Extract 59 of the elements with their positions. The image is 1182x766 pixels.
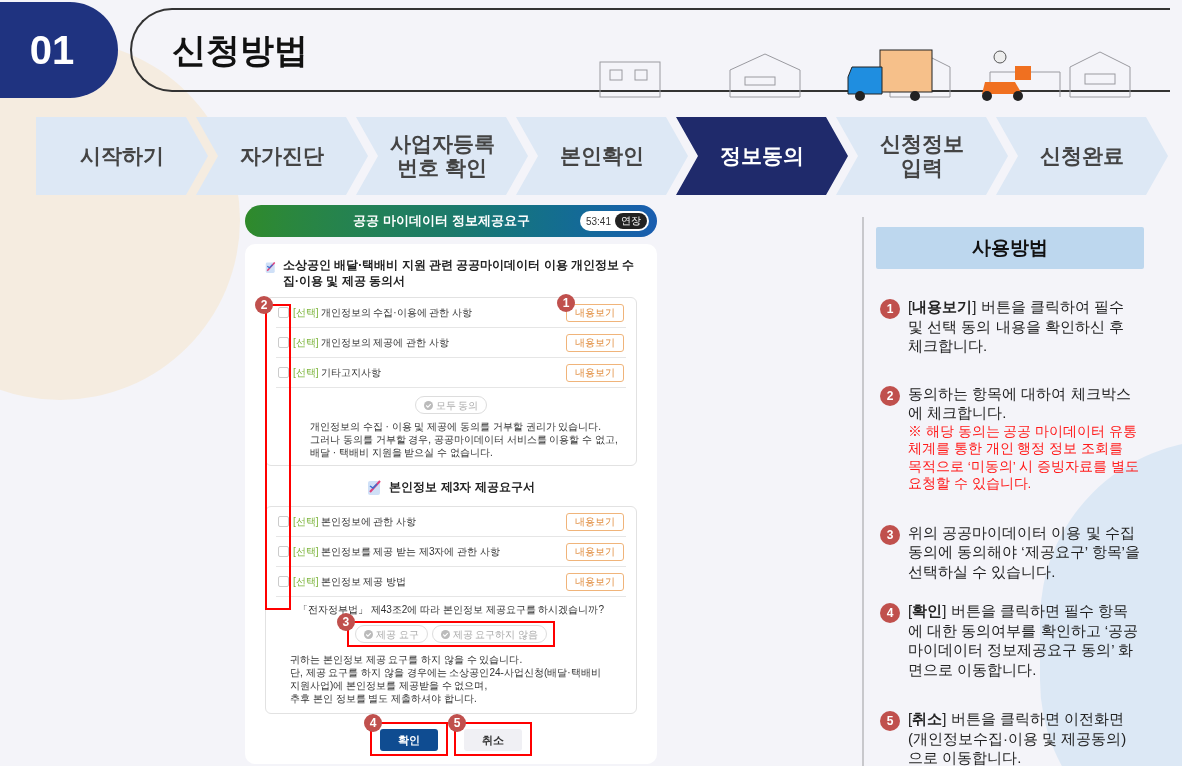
number-badge: 4 — [880, 603, 900, 624]
step-tab[interactable]: 시작하기 — [36, 117, 208, 195]
checkbox[interactable] — [278, 576, 289, 588]
guide-step-text: 위의 공공마이데이터 이용 및 수집 동의에 동의해야 ‘제공요구’ 항목’을 선택하실 수 있습니다. — [908, 522, 1140, 582]
number-badge: 1 — [557, 294, 575, 312]
item-tag: [선택] — [293, 365, 319, 381]
item-label: 개인정보의 수집·이용에 관한 사항 — [320, 306, 474, 321]
timer-text: 53:41 — [585, 214, 611, 229]
check-icon — [440, 629, 450, 639]
item-tag: [선택] — [293, 574, 319, 590]
page-title: 신청방법 — [172, 29, 308, 71]
screen-title: 공공 마이데이터 정보제공요구 — [352, 212, 531, 231]
confirm-button[interactable]: 확인 — [380, 729, 438, 752]
step-tab[interactable]: 신청정보 입력 — [836, 117, 1008, 195]
step-tab[interactable]: 사업자등록 번호 확인 — [356, 117, 528, 195]
guide-step-text: 동의하는 항목에 대하여 체크박스에 체크합니다. — [908, 383, 1132, 423]
number-badge: 4 — [364, 714, 382, 733]
number-badge: 1 — [880, 299, 900, 319]
item-tag: [선택] — [293, 335, 319, 351]
item-label: 본인정보에 관한 사항 — [320, 515, 418, 530]
number-badge: 5 — [448, 714, 466, 733]
checkbox[interactable] — [278, 546, 289, 558]
item-label: 개인정보의 제공에 관한 사항 — [320, 336, 450, 351]
guide-step-text: [확인] 버튼을 클릭하면 필수 항목에 대한 동의여부를 확인하고 ‘공공 마이데이터 정보제공요구 동의’ 화면으로 이동합니다. — [908, 601, 1139, 680]
checkbox[interactable] — [278, 337, 289, 349]
step-tab[interactable]: 정보동의 — [676, 117, 848, 195]
item-label: 기타고지사항 — [320, 366, 382, 381]
checkbox[interactable] — [278, 307, 289, 319]
check-icon — [423, 400, 433, 410]
notice-text: 추후 본인 정보를 별도 제출하셔야 합니다. — [290, 692, 478, 706]
step-tab[interactable]: 신청완료 — [996, 117, 1168, 195]
step-tab[interactable]: 본인확인 — [516, 117, 688, 195]
checkbox[interactable] — [278, 367, 289, 379]
notice-text: 단, 제공 요구를 하지 않을 경우에는 소상공인24-사업신청(배달·택배비 지원사업)에 본인정보를 제공받을 수 없으며, — [290, 666, 602, 693]
guide-step-text: [내용보기] 버튼을 클릭하여 필수 및 선택 동의 내용을 확인하신 후 체크합니다. — [908, 297, 1125, 356]
cancel-button[interactable]: 취소 — [464, 729, 522, 752]
extend-button[interactable]: 연장 — [615, 213, 647, 229]
step-tab[interactable]: 자가진단 — [196, 117, 368, 195]
item-tag: [선택] — [293, 544, 319, 560]
guide-title: 사용방법 — [972, 235, 1048, 260]
number-badge: 5 — [880, 711, 900, 732]
provision-title: 본인정보 제3자 제공요구서 — [389, 479, 535, 497]
notice-text: 개인정보의 수집 · 이용 및 제공에 동의를 거부할 권리가 있습니다. — [309, 420, 603, 434]
check-icon — [363, 629, 373, 639]
guide-note: ※ 해당 동의는 공공 마이데이터 유통체계를 통한 개인 행정 정보 조회를 목적으로 ‘미동의’ 시 증빙자료를 별도 요청할 수 있습니다. — [908, 422, 1140, 493]
number-badge: 2 — [880, 385, 900, 406]
section-number: 01 — [29, 27, 75, 74]
number-badge: 3 — [880, 524, 900, 545]
item-tag: [선택] — [293, 514, 319, 530]
notice-text: 그러나 동의를 거부할 경우, 공공마이데이터 서비스를 이용할 수 없고, 배달 · 택배비 지원을 받으실 수 없습니다. — [309, 433, 619, 460]
item-label: 본인정보를 제공 받는 제3자에 관한 사항 — [320, 545, 501, 560]
number-badge: 2 — [255, 296, 273, 314]
item-label: 본인정보 제공 방법 — [320, 575, 408, 590]
consent-title: 소상공인 배달·택배비 지원 관련 공공마이데이터 이용 개인정보 수집·이용 및 제공 동의서 — [282, 258, 636, 290]
checkbox[interactable] — [278, 516, 289, 528]
notice-text: 귀하는 본인정보 제공 요구를 하지 않을 수 있습니다. — [290, 653, 524, 667]
document-pen-icon — [367, 478, 384, 497]
item-tag: [선택] — [293, 305, 319, 321]
guide-step-text: [취소] 버튼을 클릭하면 이전화면(개인정보수집·이용 및 제공동의)으로 이동합니다. — [908, 709, 1128, 766]
